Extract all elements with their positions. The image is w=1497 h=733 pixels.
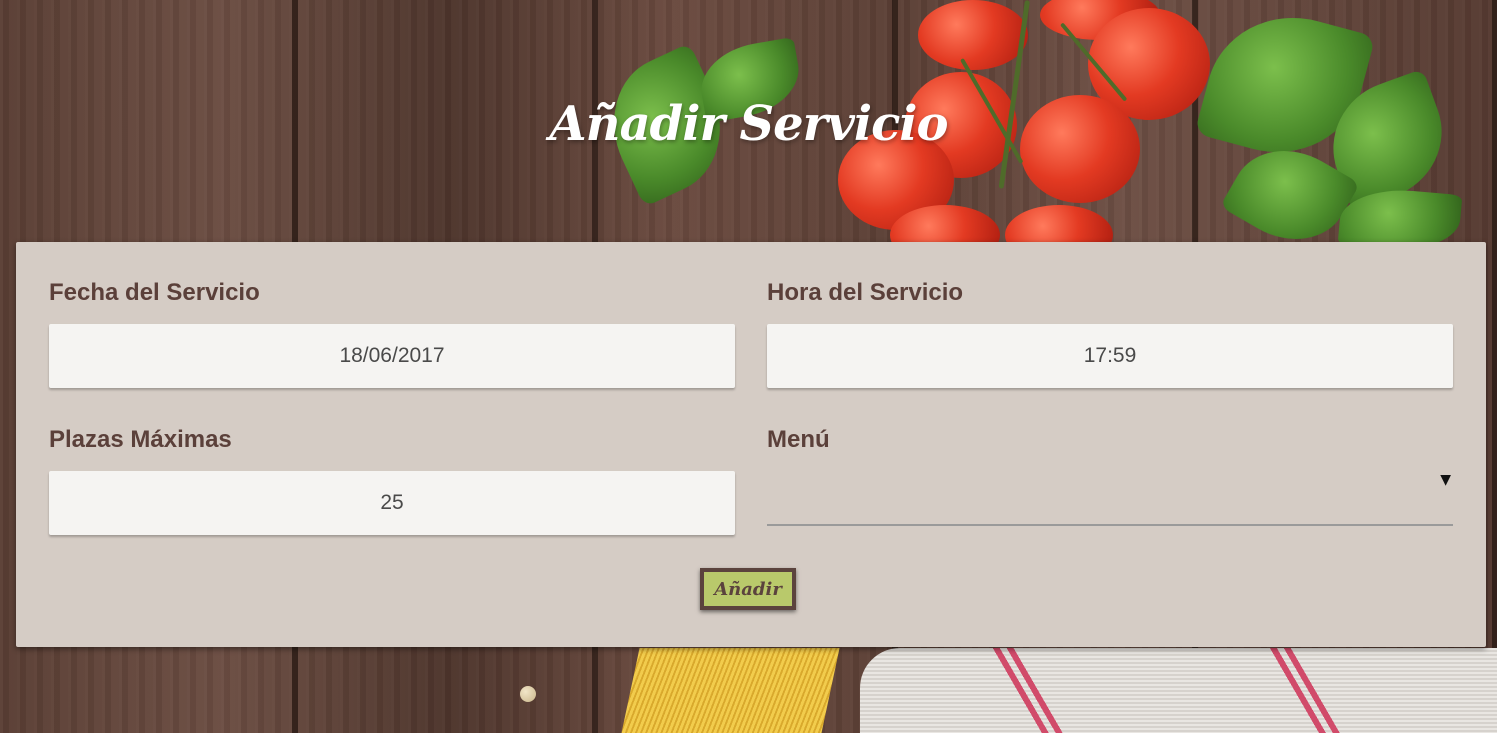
- spaghetti-image: [620, 648, 840, 733]
- plazas-label: Plazas Máximas: [49, 426, 232, 453]
- tomato-image: [918, 0, 1028, 70]
- menu-select[interactable]: ▼: [767, 464, 1453, 526]
- peppercorn-image: [520, 686, 536, 702]
- dropdown-arrow-icon: ▼: [1440, 472, 1451, 488]
- plazas-input[interactable]: 25: [49, 471, 735, 535]
- hora-label: Hora del Servicio: [767, 279, 964, 306]
- fecha-input[interactable]: 18/06/2017: [49, 324, 735, 388]
- menu-label: Menú: [767, 426, 830, 453]
- kitchen-cloth-image: [860, 648, 1497, 733]
- add-button[interactable]: Añadir: [700, 568, 796, 610]
- hora-input[interactable]: 17:59: [767, 324, 1453, 388]
- service-form-card: Fecha del Servicio 18/06/2017 Hora del S…: [16, 242, 1486, 647]
- fecha-label: Fecha del Servicio: [49, 279, 260, 306]
- page-title: Añadir Servicio: [549, 96, 948, 152]
